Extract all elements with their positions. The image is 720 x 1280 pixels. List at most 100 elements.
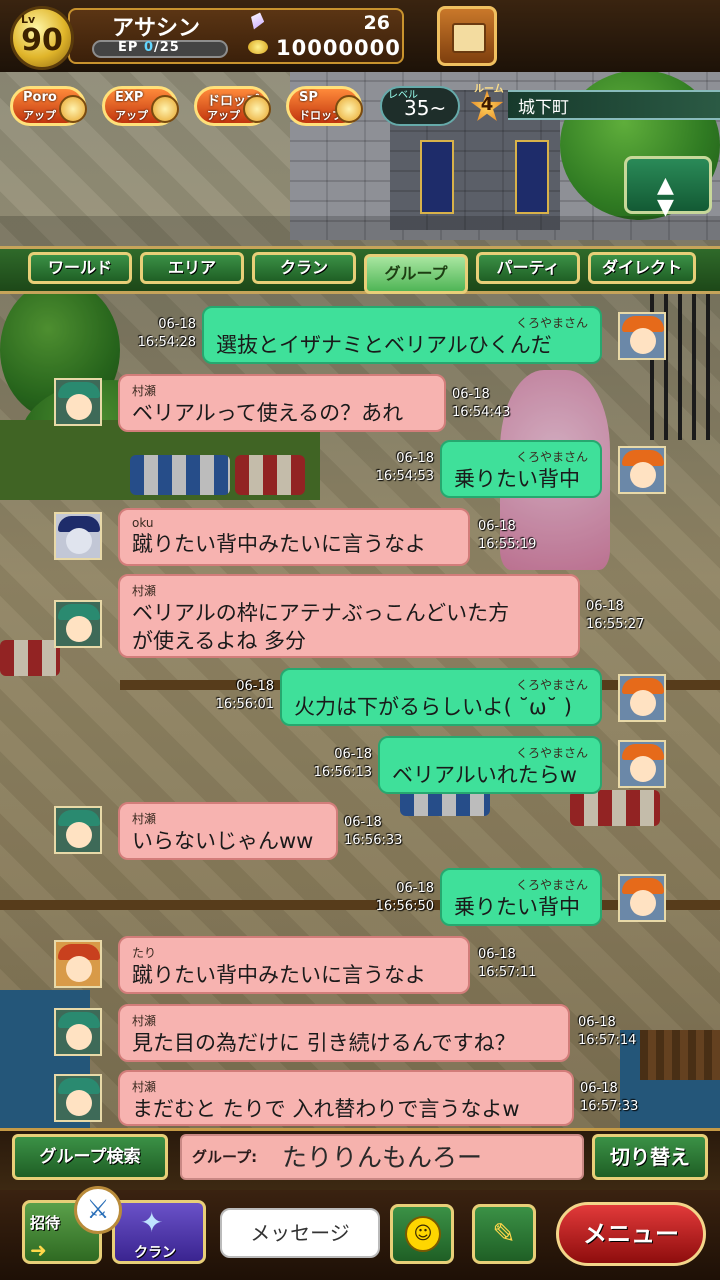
player-name: アサシン <box>112 16 201 41</box>
timestamp: 06-18 16:57:33 <box>580 1080 638 1116</box>
arrow-up-icon <box>151 95 179 123</box>
avatar[interactable] <box>54 1074 102 1122</box>
message-text: まだむと たりで 入れ替わりで言うなよw <box>132 1097 520 1121</box>
tab-world[interactable]: ワールド <box>28 252 132 284</box>
message-text: ベリアルの枠にアテナぶっこんどいた方 <box>132 601 510 625</box>
timestamp: 06-18 16:54:53 <box>354 450 434 486</box>
book-button[interactable] <box>437 6 497 66</box>
message-text: 乗りたい背中 <box>454 895 580 919</box>
drop-up-button[interactable]: ドロップ アップ <box>194 86 271 126</box>
avatar-face <box>630 690 656 716</box>
sender-name: くろやまさん <box>515 678 588 692</box>
clan-label: クラン <box>134 1245 176 1261</box>
menu-button[interactable]: メニュー <box>556 1202 706 1266</box>
exp-up-button[interactable]: EXP アップ <box>102 86 179 126</box>
timestamp: 06-18 16:56:50 <box>354 880 434 916</box>
poro-up-button[interactable]: Poro アップ <box>10 86 87 126</box>
level-prefix: Lv <box>21 13 36 26</box>
message-date: 06-18 <box>578 1015 616 1030</box>
message-date: 06-18 <box>396 451 434 466</box>
sender-name: くろやまさん <box>515 450 588 464</box>
banner-right <box>515 140 549 214</box>
smiley-icon: ☺ <box>405 1216 441 1252</box>
message-date: 06-18 <box>236 679 274 694</box>
tab-group[interactable]: グループ <box>364 254 468 294</box>
boost-label: SP <box>299 90 318 105</box>
message-date: 06-18 <box>452 387 490 402</box>
avatar[interactable] <box>54 806 102 854</box>
message-date: 06-18 <box>478 519 516 534</box>
group-search-button[interactable]: グループ検索 <box>12 1134 168 1180</box>
timestamp: 06-18 16:57:11 <box>478 946 536 982</box>
avatar-face <box>630 756 656 782</box>
message-input[interactable]: メッセージ <box>220 1208 380 1258</box>
avatar[interactable] <box>618 446 666 494</box>
avatar-face <box>630 462 656 488</box>
ep-readout: EP 0/25 <box>118 40 180 55</box>
message-time: 16:55:19 <box>478 537 537 552</box>
clan-crest-icon: ✦ <box>140 1206 164 1239</box>
timestamp: 06-18 16:56:33 <box>344 814 402 850</box>
timestamp: 06-18 16:56:01 <box>194 678 274 714</box>
avatar[interactable] <box>54 940 102 988</box>
ep-prefix: EP <box>118 40 139 55</box>
sender-name: くろやまさん <box>515 746 588 760</box>
boost-sublabel: アップ <box>23 109 56 122</box>
group-name: たりりんもんろー <box>282 1143 483 1172</box>
area-level-value: 35~ <box>404 96 447 120</box>
message-text: 見た目の為だけに 引き続けるんですね？ <box>132 1031 516 1055</box>
message-bubble: 村瀬 まだむと たりで 入れ替わりで言うなよw <box>118 1070 574 1126</box>
sender-name: 村瀬 <box>132 1080 157 1094</box>
tab-direct[interactable]: ダイレクト <box>588 252 696 284</box>
chat-message: くろやまさん ベリアルいれたらw 06-18 16:56:13 <box>0 736 720 796</box>
timestamp: 06-18 16:54:28 <box>116 316 196 352</box>
message-text: 火力は下がるらしいよ( ˘ω˘ ) <box>294 695 572 719</box>
emoji-button[interactable]: ☺ <box>390 1204 454 1264</box>
avatar[interactable] <box>618 674 666 722</box>
message-time: 16:56:50 <box>375 899 434 914</box>
message-bubble: くろやまさん 乗りたい背中 <box>440 868 602 926</box>
message-text: 蹴りたい背中みたいに言うなよ <box>132 532 426 556</box>
chat-message: くろやまさん 乗りたい背中 06-18 16:54:53 <box>0 440 720 500</box>
message-time: 16:54:43 <box>452 405 511 420</box>
chat-message: 村瀬 まだむと たりで 入れ替わりで言うなよw 06-18 16:57:33 <box>0 1070 720 1130</box>
ep-current: 0 <box>143 40 154 55</box>
message-text: 乗りたい背中 <box>454 467 580 491</box>
sword-icon[interactable]: ⚔ <box>74 1186 122 1234</box>
avatar[interactable] <box>54 512 102 560</box>
chat-message: くろやまさん 火力は下がるらしいよ( ˘ω˘ ) 06-18 16:56:01 <box>0 668 720 728</box>
avatar[interactable] <box>54 1008 102 1056</box>
avatar-face <box>66 822 92 848</box>
avatar[interactable] <box>618 740 666 788</box>
avatar-face <box>66 616 92 642</box>
avatar[interactable] <box>618 312 666 360</box>
timestamp: 06-18 16:56:13 <box>292 746 372 782</box>
tab-party[interactable]: パーティ <box>476 252 580 284</box>
message-bubble: くろやまさん 火力は下がるらしいよ( ˘ω˘ ) <box>280 668 602 726</box>
chat-resize-button[interactable]: ▲ ▼ <box>624 156 712 219</box>
message-text: ベリアルって使えるの？あれ <box>132 401 404 425</box>
level-badge: Lv 90 <box>10 6 74 70</box>
room-name: 城下町 <box>518 98 569 118</box>
message-bubble: くろやまさん ベリアルいれたらw <box>378 736 602 794</box>
message-bubble: 村瀬 いらないじゃんww <box>118 802 338 860</box>
message-date: 06-18 <box>158 317 196 332</box>
chat-message: たり 蹴りたい背中みたいに言うなよ 06-18 16:57:11 <box>0 936 720 996</box>
tab-area[interactable]: エリア <box>140 252 244 284</box>
message-time: 16:54:53 <box>375 469 434 484</box>
avatar[interactable] <box>618 874 666 922</box>
sender-name: 村瀬 <box>132 384 157 398</box>
avatar[interactable] <box>54 378 102 426</box>
avatar[interactable] <box>54 600 102 648</box>
treasure-chest-icon <box>335 95 363 123</box>
stamp-icon: ✎ <box>492 1217 516 1250</box>
message-time: 16:57:11 <box>478 965 537 980</box>
stamp-button[interactable]: ✎ <box>472 1204 536 1264</box>
tab-clan[interactable]: クラン <box>252 252 356 284</box>
chat-message: くろやまさん 選抜とイザナミとベリアルひくんだ 06-18 16:54:28 <box>0 306 720 366</box>
switch-group-button[interactable]: 切り替え <box>592 1134 708 1180</box>
meat-icon <box>243 95 271 123</box>
sp-drop-button[interactable]: SP ドロップ <box>286 86 363 126</box>
sender-name: oku <box>132 516 154 530</box>
avatar-face <box>66 956 92 982</box>
